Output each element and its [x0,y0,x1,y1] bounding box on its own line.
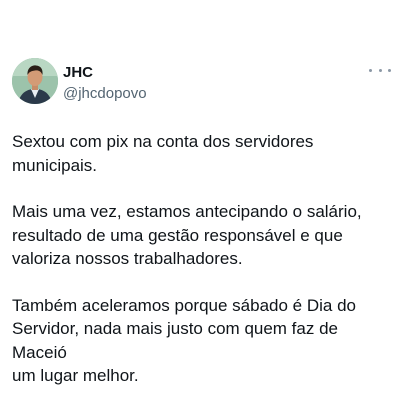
tweet-header: JHC @jhcdopovo [12,58,393,106]
tweet: JHC @jhcdopovo Sextou com pix na conta d… [0,0,405,408]
author-display-name[interactable]: JHC [63,64,147,82]
tweet-paragraph: Mais uma vez, estamos antecipando o salá… [12,202,362,268]
more-horizontal-icon-dot [369,68,372,72]
tweet-text: Sextou com pix na conta dos servidores m… [12,130,395,408]
tweet-paragraph: Também aceleramos porque sábado é Dia do… [12,295,356,386]
more-horizontal-icon-dot [378,68,382,72]
author-names: JHC @jhcdopovo [63,64,147,104]
avatar[interactable] [12,58,58,104]
author-handle[interactable]: @jhcdopovo [63,84,147,104]
avatar-image [12,58,58,104]
more-options-button[interactable] [369,64,391,76]
more-horizontal-icon-dot [388,68,391,72]
tweet-paragraph: Sextou com pix na conta dos servidores m… [12,132,314,175]
